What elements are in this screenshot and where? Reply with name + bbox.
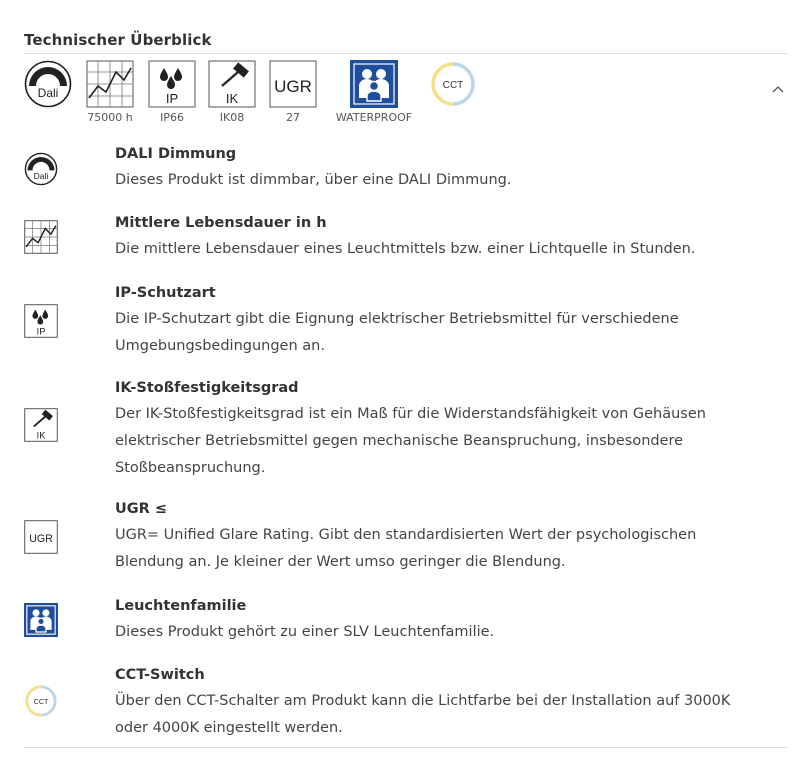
feature-title: Mittlere Lebensdauer in h: [115, 215, 327, 231]
divider-top: [24, 53, 787, 54]
svg-text:IP: IP: [37, 326, 46, 336]
svg-text:CCT: CCT: [34, 698, 49, 706]
technical-overview-panel: Technischer Überblick Dali 75000 h IP IP…: [0, 0, 800, 760]
cct-icon: CCT: [429, 60, 477, 112]
feature-description-line: Dieses Produkt ist dimmbar, über eine DA…: [115, 172, 512, 188]
lifetime-chart-icon: [86, 60, 134, 112]
feature-description-line: Der IK-Stoßfestigkeitsgrad ist ein Maß f…: [115, 406, 706, 422]
feature-description-line: Die IP-Schutzart gibt die Eignung elektr…: [115, 311, 679, 327]
strip-label-ip: IP66: [160, 111, 184, 124]
feature-title: IK-Stoßfestigkeitsgrad: [115, 380, 299, 396]
feature-description: UGR= Unified Glare Rating. Gibt den stan…: [115, 522, 775, 576]
feature-description: Der IK-Stoßfestigkeitsgrad ist ein Maß f…: [115, 401, 775, 482]
feature-title: CCT-Switch: [115, 667, 205, 683]
feature-title: Leuchtenfamilie: [115, 598, 247, 614]
feature-description-line: Blendung an. Je kleiner der Wert umso ge…: [115, 554, 566, 570]
collapse-chevron-icon[interactable]: [768, 80, 788, 100]
ugr-icon: UGR: [269, 60, 317, 112]
cct-icon: CCT: [24, 684, 58, 722]
ugr-icon: UGR: [24, 520, 58, 558]
dali-icon: Dali: [24, 60, 72, 112]
lifetime-chart-icon: [24, 220, 58, 258]
feature-description-line: elektrischer Betriebsmittel gegen mechan…: [115, 433, 684, 449]
feature-title: UGR ≤: [115, 501, 168, 517]
feature-description: Die mittlere Lebensdauer eines Leuchtmit…: [115, 236, 775, 263]
svg-text:Dali: Dali: [34, 171, 49, 181]
feature-description: Dieses Produkt ist dimmbar, über eine DA…: [115, 167, 775, 194]
ip-rating-icon: IP: [148, 60, 196, 112]
feature-description-line: Über den CCT-Schalter am Produkt kann di…: [115, 693, 731, 709]
divider-bottom: [24, 747, 787, 748]
icon-strip: Dali 75000 h IP IP66 IK IK08 UGR 27 WATE…: [24, 60, 724, 130]
strip-label-ik: IK08: [219, 111, 245, 124]
ugr-icon-text: UGR: [274, 77, 312, 96]
cct-icon-text: CCT: [443, 80, 464, 91]
strip-label-family: WATERPROOF: [335, 111, 413, 124]
feature-title: IP-Schutzart: [115, 285, 216, 301]
svg-text:IK: IK: [37, 430, 47, 440]
ik-rating-icon: IK: [208, 60, 256, 112]
feature-description: Die IP-Schutzart gibt die Eignung elektr…: [115, 306, 775, 360]
strip-label-lifetime: 75000 h: [87, 111, 133, 124]
ip-rating-icon: IP: [24, 304, 58, 342]
family-icon: [350, 60, 398, 112]
ik-icon-text: IK: [226, 91, 239, 106]
strip-label-ugr: 27: [286, 111, 300, 124]
feature-description-line: oder 4000K eingestellt werden.: [115, 720, 343, 736]
feature-description-line: UGR= Unified Glare Rating. Gibt den stan…: [115, 527, 697, 543]
svg-text:UGR: UGR: [29, 533, 53, 545]
feature-description-line: Umgebungsbedingungen an.: [115, 338, 325, 354]
feature-description-line: Dieses Produkt gehört zu einer SLV Leuch…: [115, 624, 495, 640]
feature-description: Über den CCT-Schalter am Produkt kann di…: [115, 688, 775, 742]
feature-description-line: Die mittlere Lebensdauer eines Leuchtmit…: [115, 241, 696, 257]
dali-icon: Dali: [24, 152, 58, 190]
dali-icon-text: Dali: [38, 86, 59, 100]
ip-icon-text: IP: [166, 91, 178, 106]
family-icon: [24, 603, 58, 641]
feature-description-line: Stoßbeanspruchung.: [115, 460, 266, 476]
section-title: Technischer Überblick: [24, 31, 212, 49]
feature-description: Dieses Produkt gehört zu einer SLV Leuch…: [115, 619, 775, 646]
ik-rating-icon: IK: [24, 408, 58, 446]
feature-title: DALI Dimmung: [115, 146, 237, 162]
